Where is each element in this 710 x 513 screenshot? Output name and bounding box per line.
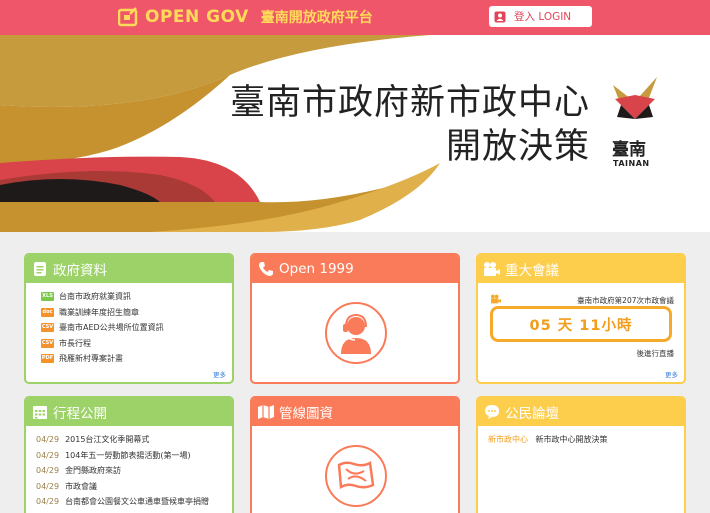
calendar-icon <box>31 403 49 421</box>
pipeline-map-card[interactable]: 管線圖資 <box>250 396 460 513</box>
schedule-label[interactable]: 市政會議 <box>65 481 97 492</box>
schedule-header[interactable]: 行程公開 <box>26 398 232 426</box>
open1999-title: Open 1999 <box>279 261 354 277</box>
file-format-badge: doc <box>41 307 54 317</box>
site-logo[interactable]: OPEN GOV 臺南開放政府平台 <box>117 7 373 27</box>
gov-data-title: 政府資料 <box>53 263 107 279</box>
schedule-label[interactable]: 金門縣政府來訪 <box>65 465 121 476</box>
list-item[interactable]: CSV 臺南市AED公共場所位置資訊 <box>41 320 232 336</box>
list-item[interactable]: XLS 台南市政府就業資訊 <box>41 289 232 305</box>
chat-bubble-icon <box>483 403 501 421</box>
emblem-chinese-name: 臺南 <box>612 140 646 160</box>
file-format-badge: PDF <box>41 354 54 364</box>
map-icon <box>257 403 275 421</box>
forum-topic-label[interactable]: 新市政中心開放決策 <box>536 435 608 444</box>
schedule-date: 04/29 <box>36 497 60 507</box>
schedule-title: 行程公開 <box>53 406 107 422</box>
login-button[interactable]: 登入 LOGIN <box>489 6 592 27</box>
pipeline-title: 管線圖資 <box>279 406 333 422</box>
file-format-badge: CSV <box>41 338 54 348</box>
forum-topic-tag[interactable]: 新市政中心 <box>488 435 528 444</box>
brand-name: OPEN GOV <box>145 7 249 27</box>
pipeline-header[interactable]: 管線圖資 <box>252 398 458 426</box>
video-camera-icon <box>483 260 501 278</box>
schedule-date: 04/29 <box>36 450 60 460</box>
schedule-label[interactable]: 2015台江文化季開幕式 <box>65 434 149 445</box>
schedule-list: 04/29 2015台江文化季開幕式 04/29 104年五一勞動節表揚活動(第一場)… <box>26 426 232 510</box>
emblem-english-name: TAINAN <box>613 159 650 168</box>
list-item[interactable]: PDF 飛雁新村專案計畫 <box>41 351 232 367</box>
schedule-date: 04/29 <box>36 435 60 445</box>
gov-data-list: XLS 台南市政府就業資訊 doc 職業訓練年度招生簡章 CSV 臺南市AED公共場所位置… <box>26 283 232 367</box>
meeting-header[interactable]: 重大會議 <box>478 255 684 283</box>
schedule-label[interactable]: 104年五一勞動節表揚活動(第一場) <box>65 450 191 461</box>
file-format-badge: XLS <box>41 292 54 302</box>
open1999-header[interactable]: Open 1999 <box>252 255 458 283</box>
file-format-badge: CSV <box>41 323 54 333</box>
list-item[interactable]: CSV 市長行程 <box>41 336 232 352</box>
dataset-label[interactable]: 市長行程 <box>59 338 91 349</box>
list-item[interactable]: 04/29 金門縣政府來訪 <box>36 463 232 479</box>
login-label: 登入 LOGIN <box>514 11 572 23</box>
forum-topic-item[interactable]: 新市政中心 新市政中心開放決策 <box>478 426 684 445</box>
schedule-date: 04/29 <box>36 466 60 476</box>
dataset-label[interactable]: 職業訓練年度招生簡章 <box>59 307 139 318</box>
gov-data-more-link[interactable]: 更多 <box>213 369 226 379</box>
dataset-label[interactable]: 臺南市AED公共場所位置資訊 <box>59 322 164 333</box>
gov-data-card: 政府資料 XLS 台南市政府就業資訊 doc 職業訓練年度招生簡章 CSV 臺南市AED公… <box>24 253 234 384</box>
user-icon <box>494 11 506 23</box>
hero-banner: 臺南市政府新市政中心 開放決策 臺南 TAINAN <box>0 35 710 232</box>
list-item[interactable]: 04/29 104年五一勞動節表揚活動(第一場) <box>36 448 232 464</box>
list-item[interactable]: 04/29 2015台江文化季開幕式 <box>36 432 232 448</box>
operator-avatar-icon <box>325 302 387 364</box>
schedule-label[interactable]: 台南都會公園餐文公車通車暨候車亭捐贈 <box>65 496 209 507</box>
top-bar: OPEN GOV 臺南開放政府平台 登入 LOGIN <box>0 0 710 35</box>
list-item[interactable]: 04/29 市政會議 <box>36 479 232 495</box>
dataset-label[interactable]: 台南市政府就業資訊 <box>59 291 131 302</box>
dataset-label[interactable]: 飛雁新村專案計畫 <box>59 353 123 364</box>
banner-title: 臺南市政府新市政中心 開放決策 <box>230 81 590 169</box>
gov-data-header[interactable]: 政府資料 <box>26 255 232 283</box>
forum-title: 公民論壇 <box>505 406 559 422</box>
meeting-name[interactable]: 臺南市政府第207次市政會議 <box>577 295 674 306</box>
meeting-card: 重大會議 臺南市政府第207次市政會議 05 天 11小時 後進行直播 更多 <box>476 253 686 384</box>
list-item[interactable]: 04/29 台南都會公園餐文公車通車暨候車亭捐贈 <box>36 494 232 510</box>
schedule-card: 行程公開 04/29 2015台江文化季開幕式 04/29 104年五一勞動節表揚活動… <box>24 396 234 513</box>
meeting-countdown: 05 天 11小時 <box>490 306 672 342</box>
banner-title-line1: 臺南市政府新市政中心 <box>230 83 591 123</box>
logo-icon <box>117 7 140 27</box>
banner-title-line2: 開放決策 <box>445 127 590 167</box>
meeting-status: 後進行直播 <box>636 349 675 358</box>
phone-icon <box>257 260 275 278</box>
pipeline-map-icon <box>325 445 387 507</box>
forum-card: 公民論壇 新市政中心 新市政中心開放決策 <box>476 396 686 513</box>
forum-header[interactable]: 公民論壇 <box>478 398 684 426</box>
meeting-more-link[interactable]: 更多 <box>665 369 678 379</box>
brand-subtitle: 臺南開放政府平台 <box>260 10 373 26</box>
meeting-title: 重大會議 <box>505 263 559 279</box>
open1999-card[interactable]: Open 1999 <box>250 253 460 384</box>
list-item[interactable]: doc 職業訓練年度招生簡章 <box>41 305 232 321</box>
schedule-date: 04/29 <box>36 481 60 491</box>
document-icon <box>31 260 49 278</box>
